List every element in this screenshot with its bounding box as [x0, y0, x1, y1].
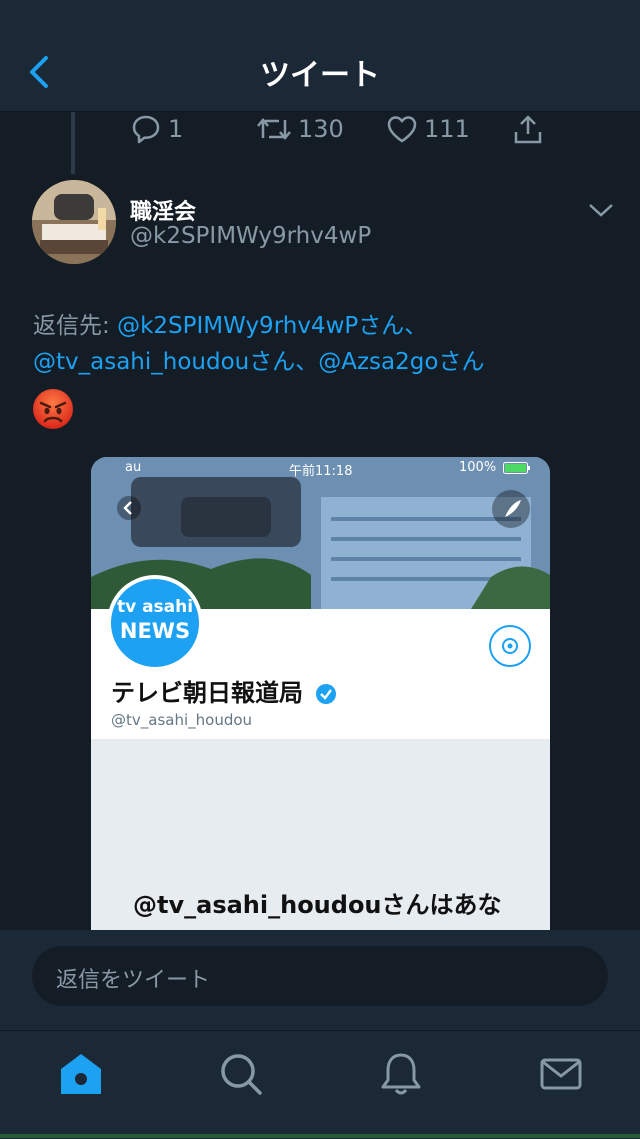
verified-badge-icon — [316, 684, 337, 704]
share-icon — [514, 115, 542, 144]
nav-bar: ツイート — [0, 36, 640, 112]
avatar-image — [32, 180, 116, 264]
reply-action[interactable]: 1 — [130, 114, 183, 144]
mention-link[interactable]: @Azsa2goさん — [318, 349, 484, 375]
retweet-count: 130 — [298, 115, 344, 143]
like-action[interactable]: 111 — [386, 114, 470, 144]
carrier-label: au — [125, 460, 142, 475]
messages-envelope-icon[interactable] — [536, 1049, 586, 1099]
mention-link[interactable]: @k2SPIMWy9rhv4wPさん、 — [117, 313, 427, 339]
notifications-bell-icon[interactable] — [376, 1049, 426, 1099]
tab-bar — [0, 1030, 640, 1139]
user-handle[interactable]: @k2SPIMWy9rhv4wP — [130, 223, 371, 249]
screenshot-status-bar: au 午前11:18 100% — [91, 457, 550, 479]
mention-link[interactable]: @tv_asahi_houdouさん、 — [33, 349, 318, 375]
avatar[interactable] — [32, 180, 116, 264]
reply-input[interactable]: 返信をツイート — [32, 946, 608, 1006]
display-name[interactable]: 職淫会 — [130, 194, 196, 226]
status-bar — [0, 0, 640, 36]
profile-name: テレビ朝日報道局 — [111, 673, 337, 708]
bottom-edge — [0, 1134, 640, 1138]
battery-icon — [503, 462, 530, 474]
image-caption: @tv_asahi_houdouさんはあな — [133, 891, 502, 919]
retweet-action[interactable]: 130 — [256, 114, 344, 144]
retweet-icon — [257, 118, 291, 140]
battery-label: 100% — [459, 460, 497, 475]
reply-count: 1 — [168, 115, 184, 143]
home-icon[interactable] — [56, 1049, 106, 1099]
back-icon — [117, 496, 141, 520]
time-label: 午前11:18 — [289, 464, 353, 479]
reply-to-prefix: 返信先: — [33, 313, 118, 339]
chevron-down-icon[interactable] — [588, 202, 614, 218]
profile-name-text: テレビ朝日報道局 — [111, 679, 303, 707]
share-action[interactable] — [512, 114, 550, 146]
page-title: ツイート — [260, 58, 380, 93]
like-count: 111 — [424, 115, 470, 143]
gear-icon — [489, 625, 531, 667]
logo-line-2: NEWS — [119, 619, 191, 643]
reply-bar: 返信をツイート — [0, 930, 640, 1030]
search-icon[interactable] — [216, 1049, 266, 1099]
heart-icon — [387, 116, 417, 143]
tweet-image[interactable]: au 午前11:18 100% tv asahi NEWS テレビ朝日報道局 @… — [91, 457, 550, 932]
tv-asahi-logo: tv asahi NEWS — [107, 575, 203, 671]
compose-icon — [492, 490, 530, 528]
reply-icon — [132, 115, 160, 144]
tweet-actions: 1 130 111 — [0, 114, 640, 144]
logo-line-1: tv asahi — [116, 597, 194, 617]
reply-placeholder: 返信をツイート — [56, 968, 211, 993]
profile-handle: @tv_asahi_houdou — [111, 711, 253, 729]
reply-to-line: 返信先: @k2SPIMWy9rhv4wPさん、 @tv_asahi_houdo… — [33, 308, 613, 380]
angry-face-icon — [33, 389, 73, 429]
